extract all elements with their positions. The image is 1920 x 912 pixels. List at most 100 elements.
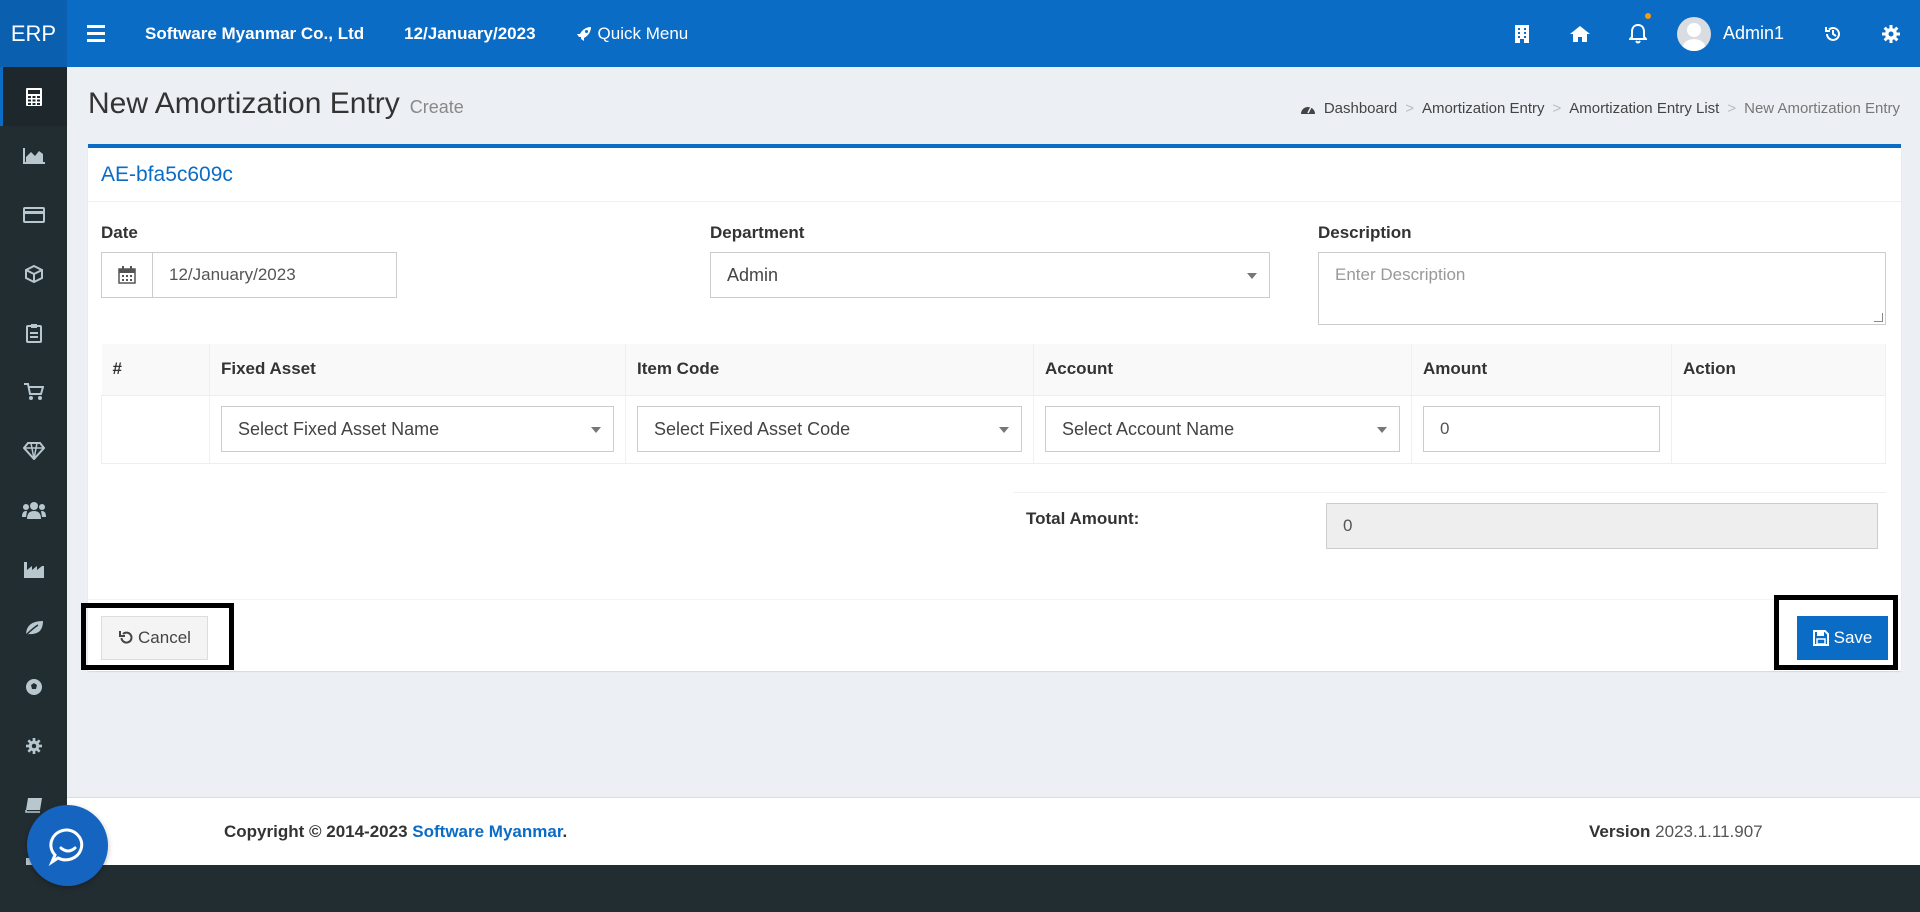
brand-logo[interactable]: ERP (0, 0, 67, 67)
sidebar-item-hr[interactable] (0, 480, 67, 539)
fixed-asset-select[interactable]: Select Fixed Asset Name (221, 406, 614, 452)
item-code-select[interactable]: Select Fixed Asset Code (637, 406, 1022, 452)
cancel-highlight-frame (81, 603, 234, 670)
sidebar-item-calculator[interactable] (0, 67, 67, 126)
breadcrumb-dashboard[interactable]: Dashboard (1324, 100, 1397, 117)
industry-icon (23, 561, 44, 578)
avatar (1676, 16, 1711, 51)
page-title-text: New Amortization Entry (88, 87, 400, 120)
date-addon[interactable] (102, 253, 153, 297)
sidebar-item-payments[interactable] (0, 185, 67, 244)
hamburger-icon (87, 23, 105, 44)
soccer-ball-icon (25, 678, 42, 695)
page-title: New Amortization Entry Create (88, 87, 464, 121)
sidebar-item-tasks[interactable] (0, 303, 67, 362)
history-button[interactable] (1804, 0, 1862, 67)
gear-icon (25, 737, 42, 754)
column-header-amount: Amount (1411, 344, 1672, 395)
bell-icon (1628, 23, 1647, 43)
description-label: Description (1318, 223, 1412, 242)
company-link[interactable]: Software Myanmar (412, 822, 562, 841)
total-amount-label: Total Amount: (1026, 509, 1140, 528)
amount-cell: 0 (1411, 394, 1672, 464)
total-row: Total Amount: 0 (1014, 492, 1886, 562)
account-cell: Select Account Name (1033, 394, 1412, 464)
date-field[interactable]: 12/January/2023 (101, 252, 397, 298)
area-chart-icon (22, 147, 45, 164)
column-header-number: # (101, 344, 210, 395)
fixed-asset-cell: Select Fixed Asset Name (209, 394, 626, 464)
quick-menu-label: Quick Menu (597, 23, 689, 43)
sidebar-item-agriculture[interactable] (0, 598, 67, 657)
sidebar-item-assets[interactable] (0, 421, 67, 480)
page-subtitle: Create (409, 97, 464, 117)
notifications-button[interactable] (1609, 0, 1667, 67)
column-header-action: Action (1671, 344, 1886, 395)
item-code-cell: Select Fixed Asset Code (625, 394, 1034, 464)
sidebar-item-reports[interactable] (0, 126, 67, 185)
bottom-bar (0, 865, 1920, 912)
date-input[interactable]: 12/January/2023 (153, 253, 396, 297)
dashboard-icon (1300, 106, 1315, 114)
sidebar-item-inventory[interactable] (0, 244, 67, 303)
department-select[interactable]: Admin (710, 252, 1270, 298)
action-cell (1671, 394, 1886, 464)
settings-button[interactable] (1862, 0, 1920, 67)
gear-icon (1882, 24, 1900, 43)
user-menu[interactable]: Admin1 (1667, 16, 1804, 51)
calendar-icon (118, 266, 136, 284)
sidebar-item-sales[interactable] (0, 362, 67, 421)
breadcrumb-amortization-entry[interactable]: Amortization Entry (1422, 100, 1545, 117)
breadcrumb-separator: > (1552, 100, 1562, 117)
chat-widget-button[interactable] (27, 805, 108, 886)
leaf-icon (23, 620, 43, 637)
top-navbar: ERP Software Myanmar Co., Ltd 12/January… (0, 0, 1920, 67)
breadcrumb-amortization-entry-list[interactable]: Amortization Entry List (1569, 100, 1719, 117)
items-table: # Fixed Asset Item Code Account Amount A… (101, 344, 1886, 464)
credit-card-icon (22, 206, 45, 223)
cube-icon (24, 264, 43, 283)
sidebar-item-manufacturing[interactable] (0, 539, 67, 598)
quick-menu-button[interactable]: Quick Menu (576, 23, 689, 44)
date-label: Date (101, 223, 138, 242)
breadcrumb-separator: > (1405, 100, 1414, 117)
rocket-icon (576, 26, 591, 41)
version-label: Version (1589, 822, 1651, 841)
history-icon (1825, 26, 1840, 41)
account-select[interactable]: Select Account Name (1045, 406, 1400, 452)
column-header-item-code: Item Code (625, 344, 1034, 395)
home-button[interactable] (1551, 0, 1609, 67)
breadcrumb: Dashboard > Amortization Entry > Amortiz… (1300, 100, 1900, 117)
calculator-icon (25, 87, 42, 106)
chat-bubble-icon (48, 827, 83, 866)
column-header-fixed-asset: Fixed Asset (209, 344, 626, 395)
entry-code: AE-bfa5c609c (101, 162, 233, 186)
sidebar-item-settings[interactable] (0, 716, 67, 775)
save-highlight-frame (1774, 595, 1898, 670)
sidebar (0, 67, 67, 912)
home-icon (1569, 25, 1590, 42)
copyright-text: Copyright © 2014-2023 (224, 822, 408, 841)
box-header: AE-bfa5c609c (88, 148, 1901, 202)
copyright: Copyright © 2014-2023 Software Myanmar. (224, 822, 567, 842)
sidebar-item-sports[interactable] (0, 657, 67, 716)
amount-input[interactable]: 0 (1423, 406, 1660, 452)
cart-icon (23, 382, 44, 400)
company-name: Software Myanmar Co., Ltd (145, 23, 365, 43)
notification-dot (1644, 13, 1651, 19)
version-value: 2023.1.11.907 (1655, 822, 1763, 841)
users-icon (21, 501, 46, 519)
current-date: 12/January/2023 (404, 23, 536, 43)
table-row: Select Fixed Asset Name Select Fixed Ass… (101, 394, 1886, 464)
breadcrumb-current: New Amortization Entry (1744, 100, 1900, 117)
box-footer: Cancel Save (88, 599, 1901, 671)
building-button[interactable] (1493, 0, 1551, 67)
row-number-cell (101, 394, 210, 464)
department-label: Department (710, 223, 805, 242)
column-header-account: Account (1033, 344, 1412, 395)
copyright-period: . (562, 822, 568, 841)
description-textarea[interactable]: Enter Description (1318, 252, 1886, 325)
version: Version 2023.1.11.907 (1589, 822, 1763, 842)
total-amount-value: 0 (1326, 503, 1878, 549)
sidebar-toggle-button[interactable] (67, 0, 125, 67)
